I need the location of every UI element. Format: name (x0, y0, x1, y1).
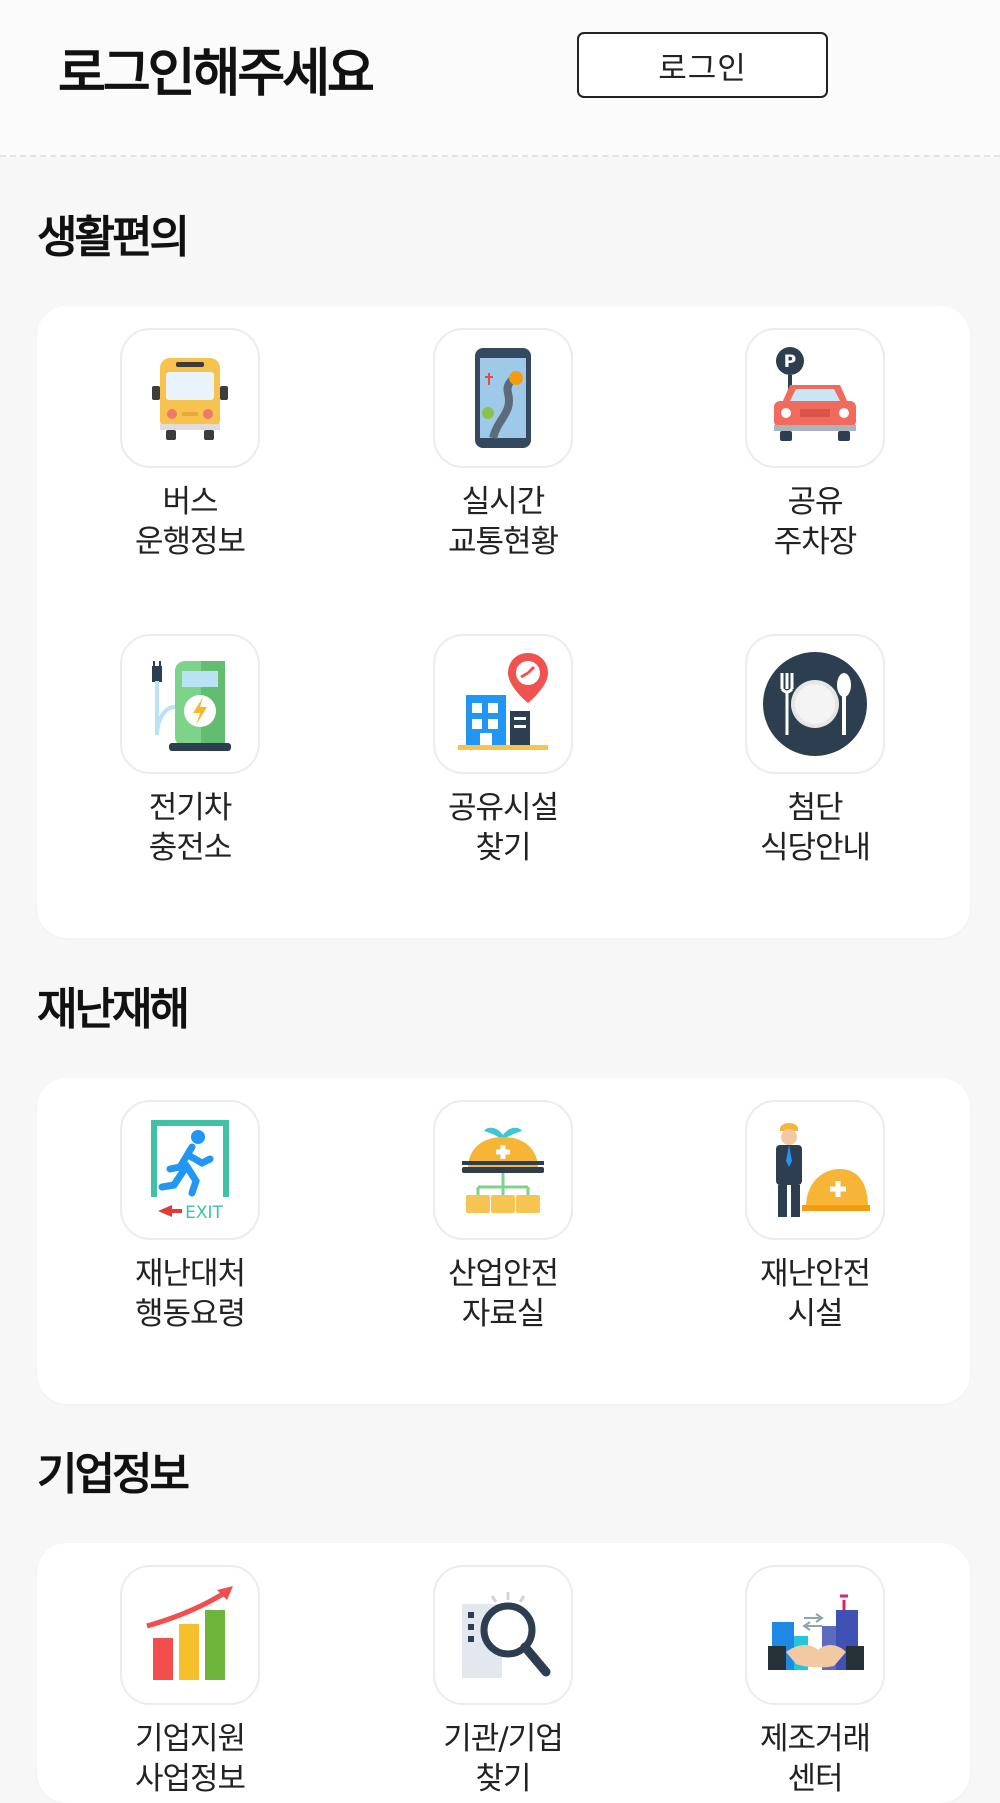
item-label-line2: 식당안내 (759, 830, 871, 866)
safety-worker-icon (745, 1100, 885, 1240)
parking-car-icon: P (745, 328, 885, 468)
section-title-disaster: 재난재해 (37, 984, 190, 1035)
item-label-line2: 행동요령 (134, 1296, 246, 1332)
item-label-line1: 산업안전 (447, 1256, 559, 1292)
menu-item-find-organization[interactable]: 기관/기업찾기 (383, 1565, 623, 1799)
menu-item-business-support[interactable]: 기업지원사업정보 (70, 1565, 310, 1799)
top-header: 로그인해주세요 로그인 (0, 0, 1000, 157)
card-convenience: 버스 운행정보 실시간 교통현황 P 공유 주차장 전기차 충전소 공유시설 찾… (37, 306, 970, 938)
item-label-line1: 재난안전 (759, 1256, 871, 1292)
section-title-business: 기업정보 (37, 1449, 190, 1500)
traffic-phone-icon (433, 328, 573, 468)
building-location-icon (433, 634, 573, 774)
item-label-line1: 공유 (787, 484, 843, 520)
handshake-factory-icon (745, 1565, 885, 1705)
login-prompt-title: 로그인해주세요 (58, 44, 375, 104)
item-label-line2: 센터 (787, 1761, 843, 1797)
item-label-line2: 주차장 (773, 524, 858, 560)
item-label-line1: 버스 (162, 484, 218, 520)
ev-charger-icon (120, 634, 260, 774)
exit-door-icon: EXIT (120, 1100, 260, 1240)
item-label-line2: 시설 (787, 1296, 843, 1332)
menu-item-disaster-facilities[interactable]: 재난안전시설 (695, 1100, 935, 1334)
item-label-line1: 공유시설 (447, 790, 559, 826)
item-label-line1: 기업지원 (134, 1721, 246, 1757)
item-label-line2: 찾기 (475, 1761, 531, 1797)
menu-item-manufacturing-trade[interactable]: 제조거래센터 (695, 1565, 935, 1799)
card-disaster: EXIT 재난대처 행동요령 산업안전 자료실 재난안전 시설 (37, 1078, 970, 1404)
menu-item-industrial-safety[interactable]: 산업안전자료실 (383, 1100, 623, 1334)
growth-chart-icon (120, 1565, 260, 1705)
dining-plate-icon (745, 634, 885, 774)
menu-item-disaster-guide[interactable]: EXIT 재난대처행동요령 (70, 1100, 310, 1334)
svg-text:P: P (784, 352, 796, 372)
item-label-line1: 기관/기업 (443, 1721, 564, 1757)
menu-item-bus-info[interactable]: 버스운행정보 (70, 328, 310, 562)
section-title-convenience: 생활편의 (37, 212, 190, 263)
svg-text:EXIT: EXIT (185, 1203, 223, 1223)
search-building-icon (433, 1565, 573, 1705)
menu-item-shared-facilities[interactable]: 공유시설찾기 (383, 634, 623, 868)
login-button[interactable]: 로그인 (577, 32, 828, 98)
item-label-line1: 재난대처 (134, 1256, 246, 1292)
item-label-line2: 자료실 (461, 1296, 546, 1332)
item-label-line1: 첨단 (787, 790, 843, 826)
menu-item-realtime-traffic[interactable]: 실시간교통현황 (383, 328, 623, 562)
item-label-line1: 제조거래 (759, 1721, 871, 1757)
safety-helmet-folders-icon (433, 1100, 573, 1240)
item-label-line1: 전기차 (148, 790, 233, 826)
item-label-line1: 실시간 (461, 484, 546, 520)
item-label-line2: 운행정보 (134, 524, 246, 560)
item-label-line2: 교통현황 (447, 524, 559, 560)
card-business: 기업지원 사업정보 기관/기업 찾기 제조거래 센터 (37, 1543, 970, 1803)
bus-icon (120, 328, 260, 468)
menu-item-ev-charging[interactable]: 전기차충전소 (70, 634, 310, 868)
item-label-line2: 사업정보 (134, 1761, 246, 1797)
item-label-line2: 충전소 (148, 830, 233, 866)
menu-item-shared-parking[interactable]: P 공유주차장 (695, 328, 935, 562)
menu-item-dining-guide[interactable]: 첨단식당안내 (695, 634, 935, 868)
item-label-line2: 찾기 (475, 830, 531, 866)
